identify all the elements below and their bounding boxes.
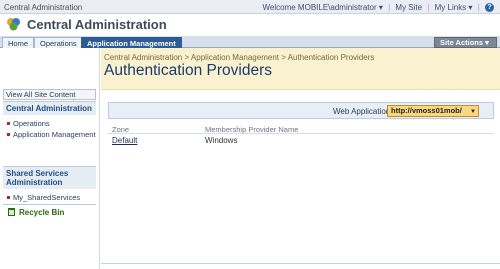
tab-home[interactable]: Home bbox=[2, 37, 35, 48]
page-title: Authentication Providers bbox=[104, 62, 273, 79]
quick-launch: View All Site Content Central Administra… bbox=[0, 48, 100, 269]
column-header-zone: Zone bbox=[112, 125, 130, 134]
top-nav-tabs: Home Operations Application Management S… bbox=[0, 36, 500, 48]
table-header: Zone Membership Provider Name bbox=[108, 124, 494, 134]
zone-link-default[interactable]: Default bbox=[112, 136, 137, 145]
welcome-menu[interactable]: Welcome MOBILE\administrator ▾ bbox=[263, 3, 383, 12]
nav-item-my-sharedservices[interactable]: My_SharedServices bbox=[3, 193, 96, 202]
bullet-icon bbox=[7, 133, 10, 136]
tab-operations[interactable]: Operations bbox=[34, 37, 83, 48]
my-site-link[interactable]: My Site bbox=[395, 3, 422, 12]
page-title-area: Central Administration > Application Man… bbox=[101, 48, 500, 90]
nav-header-central-administration[interactable]: Central Administration bbox=[3, 102, 96, 115]
tab-application-management[interactable]: Application Management bbox=[81, 37, 182, 48]
content-bottom-border bbox=[101, 263, 500, 264]
help-icon[interactable]: ? bbox=[485, 3, 494, 12]
bullet-icon bbox=[7, 196, 10, 199]
site-title[interactable]: Central Administration bbox=[27, 17, 167, 32]
nav-item-application-management[interactable]: Application Management bbox=[3, 130, 96, 139]
bullet-icon bbox=[7, 122, 10, 125]
nav-group-central-administration: Central Administration Operations Applic… bbox=[3, 101, 96, 142]
chevron-down-icon: ▼ bbox=[470, 109, 476, 115]
sharepoint-logo-icon bbox=[7, 18, 20, 31]
recycle-bin-icon bbox=[8, 208, 15, 216]
web-application-bar: Web Application: http://vmoss01mob/ ▼ bbox=[108, 102, 494, 119]
column-header-provider: Membership Provider Name bbox=[205, 125, 299, 134]
site-header: Central Administration bbox=[0, 14, 500, 36]
web-application-label: Web Application: bbox=[333, 107, 393, 116]
nav-group-shared-services: Shared Services Administration My_Shared… bbox=[3, 166, 96, 205]
separator: | bbox=[477, 3, 480, 12]
providers-table: Zone Membership Provider Name Default Wi… bbox=[108, 124, 494, 146]
provider-name: Windows bbox=[205, 136, 238, 145]
global-top-bar: Central Administration Welcome MOBILE\ad… bbox=[0, 0, 500, 14]
nav-header-shared-services[interactable]: Shared Services Administration bbox=[3, 167, 96, 189]
site-name-link[interactable]: Central Administration bbox=[4, 3, 82, 12]
breadcrumb[interactable]: Central Administration > Application Man… bbox=[104, 53, 374, 62]
view-all-site-content-link[interactable]: View All Site Content bbox=[3, 89, 96, 100]
separator: | bbox=[388, 3, 391, 12]
recycle-bin-link[interactable]: Recycle Bin bbox=[3, 204, 96, 218]
separator: | bbox=[427, 3, 430, 12]
table-row: Default Windows bbox=[108, 134, 494, 146]
nav-item-operations[interactable]: Operations bbox=[3, 119, 96, 128]
top-right-links: Welcome MOBILE\administrator ▾ | My Site… bbox=[263, 3, 494, 12]
my-links-menu[interactable]: My Links ▾ bbox=[435, 3, 473, 12]
web-application-selector[interactable]: http://vmoss01mob/ ▼ bbox=[387, 105, 479, 117]
site-actions-button[interactable]: Site Actions ▾ bbox=[434, 37, 497, 48]
